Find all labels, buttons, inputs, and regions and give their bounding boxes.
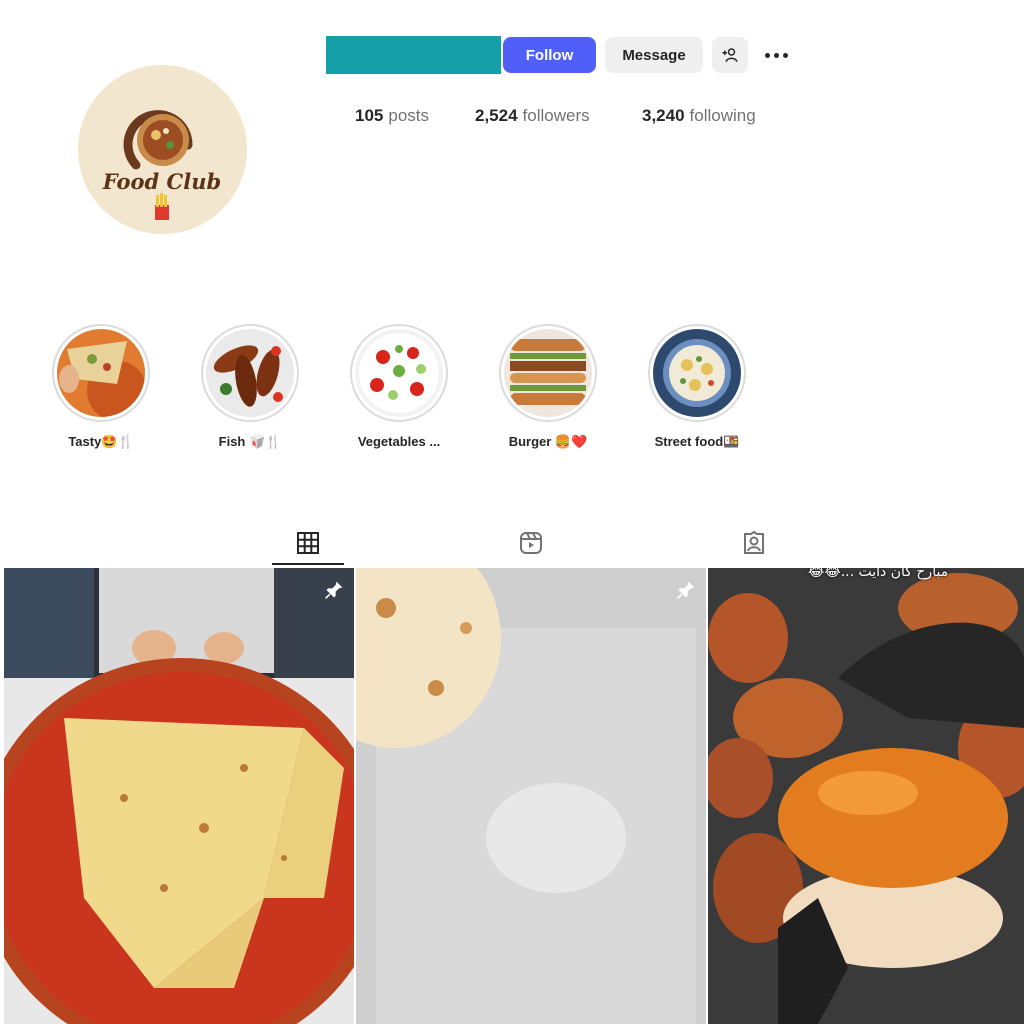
svg-text:Food Club: Food Club [102,169,221,194]
posts-count: 105 [355,106,384,125]
pizza-photo [4,568,354,1024]
more-options-button[interactable] [760,42,792,68]
food-club-logo: Food Club [78,65,247,234]
highlight-ring [52,324,150,422]
highlight-ring [648,324,746,422]
highlight-label: Tasty🤩🍴 [68,434,134,449]
posts-stat: 105 posts [355,106,429,126]
post-tile-pizza[interactable] [4,568,354,1024]
profile-avatar[interactable]: Food Club [78,65,247,234]
flatbread-photo [356,568,706,1024]
followers-label: followers [522,106,590,125]
post-caption-overlay: مبارح كان دايت ...😂😂 [808,568,949,580]
profile-tabs [0,520,1024,566]
reels-icon [520,532,542,554]
highlight-cover-image [57,329,145,417]
followers-count: 2,524 [475,106,518,125]
post-tile-burger[interactable]: مبارح كان دايت ...😂😂 [708,568,1024,1024]
tab-posts[interactable] [272,520,344,566]
highlight-vegetables[interactable]: Vegetables ... [324,324,474,449]
highlight-ring [201,324,299,422]
username-redacted-bar [326,36,501,74]
pinned-icon [325,581,343,599]
highlight-fish[interactable]: Fish 🥡🍴 [175,324,325,450]
tab-reels[interactable] [495,520,567,566]
pinned-icon [677,581,695,599]
highlight-street-food[interactable]: Street food🍱 [622,324,772,450]
highlight-label: Street food🍱 [654,434,740,449]
highlight-label: Fish 🥡🍴 [218,434,282,449]
highlight-ring [499,324,597,422]
highlight-ring [350,324,448,422]
tab-tagged[interactable] [718,520,790,566]
suggest-users-button[interactable] [712,37,748,73]
highlight-cover-image [653,329,741,417]
burger-photo [708,568,1024,1024]
dot-icon [782,52,788,58]
message-button[interactable]: Message [605,37,703,73]
highlight-burger[interactable]: Burger 🍔❤️ [473,324,623,450]
follow-button[interactable]: Follow [503,37,596,73]
add-user-icon [722,48,738,62]
followers-stat[interactable]: 2,524 followers [475,106,590,126]
post-tile-flatbread[interactable] [356,568,706,1024]
highlight-cover-image [206,329,294,417]
following-count: 3,240 [642,106,685,125]
active-tab-indicator [272,563,344,565]
dot-icon [773,52,779,58]
dot-icon [764,52,770,58]
highlight-tasty[interactable]: Tasty🤩🍴 [26,324,176,450]
grid-icon [297,532,319,554]
highlight-cover-image [355,329,443,417]
highlight-label: Burger 🍔❤️ [508,434,588,449]
highlight-label: Vegetables ... [357,434,441,449]
posts-label: posts [388,106,430,125]
following-label: following [689,106,756,125]
highlight-cover-image [504,329,592,417]
following-stat[interactable]: 3,240 following [642,106,756,126]
tagged-icon [744,531,764,554]
